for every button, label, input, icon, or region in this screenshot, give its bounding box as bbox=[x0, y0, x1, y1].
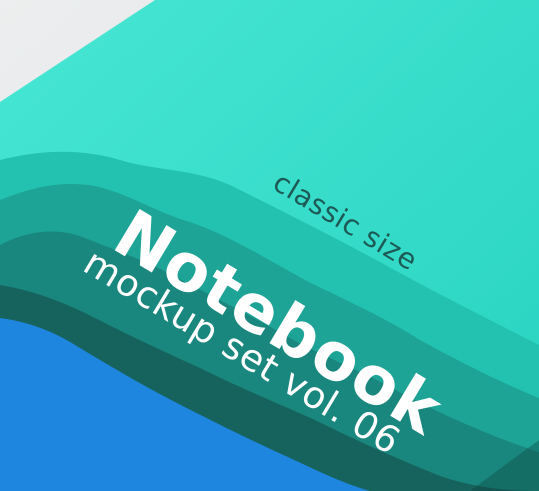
notebook-cover-artwork bbox=[0, 0, 539, 491]
notebook-mockup-scene: classic size Notebook mockup set vol. 06 bbox=[0, 0, 539, 491]
